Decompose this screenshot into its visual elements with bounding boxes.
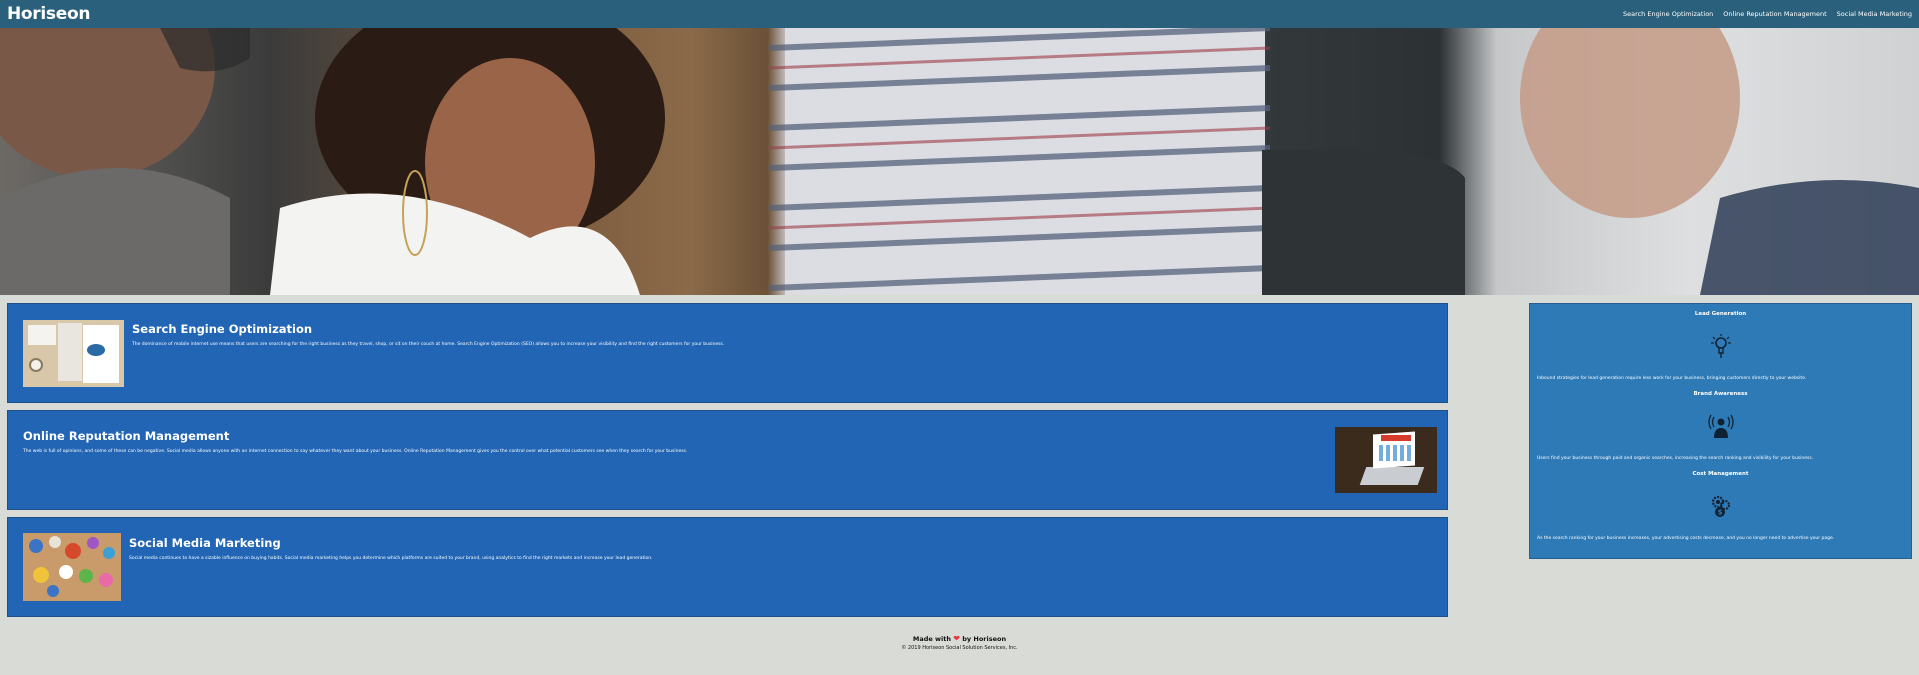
copyright-text: © 2019 Horiseon Social Solution Services… bbox=[901, 645, 1018, 651]
orm-description: The web is full of opinions, and some of… bbox=[23, 449, 688, 454]
heart-icon: ❤ bbox=[953, 634, 960, 643]
site-footer: Made with ❤ by Horiseon © 2019 Horiseon … bbox=[0, 634, 1919, 651]
smm-title: Social Media Marketing bbox=[129, 536, 281, 550]
broadcast-person-icon bbox=[1707, 414, 1734, 438]
site-logo[interactable]: Horiseon bbox=[7, 4, 90, 24]
seo-title: Search Engine Optimization bbox=[132, 322, 313, 336]
nav-link-seo[interactable]: Search Engine Optimization bbox=[1623, 10, 1713, 18]
orm-title: Online Reputation Management bbox=[23, 429, 230, 443]
benefit-text-brand-awareness: Users find your business through paid an… bbox=[1537, 456, 1814, 461]
nav-link-smm[interactable]: Social Media Marketing bbox=[1837, 10, 1912, 18]
made-with-line: Made with ❤ by Horiseon bbox=[0, 634, 1919, 643]
service-card-smm: Social Media Marketing Social media cont… bbox=[7, 517, 1448, 617]
benefit-text-cost-management: As the search ranking for your business … bbox=[1537, 536, 1835, 541]
hero-photo-illustration bbox=[0, 28, 1919, 295]
made-with-suffix: by Horiseon bbox=[962, 635, 1007, 643]
benefits-sidebar: Lead Generation Inbound strategies for l… bbox=[1529, 303, 1912, 559]
benefit-title-brand-awareness: Brand Awareness bbox=[1693, 391, 1748, 397]
orm-image bbox=[1335, 427, 1437, 493]
nav-link-orm[interactable]: Online Reputation Management bbox=[1723, 10, 1826, 18]
smm-image bbox=[23, 533, 121, 601]
site-header: Horiseon Search Engine Optimization Onli… bbox=[0, 0, 1919, 28]
seo-image bbox=[23, 320, 124, 387]
main-nav: Search Engine Optimization Online Reputa… bbox=[1623, 10, 1912, 18]
hero-image bbox=[0, 28, 1919, 295]
smm-description: Social media continues to have a sizable… bbox=[129, 556, 653, 561]
benefit-title-lead-generation: Lead Generation bbox=[1694, 311, 1747, 317]
service-card-seo: Search Engine Optimization The dominance… bbox=[7, 303, 1448, 403]
benefit-title-cost-management: Cost Management bbox=[1692, 471, 1749, 477]
lightbulb-icon bbox=[1710, 334, 1731, 358]
services-section: Search Engine Optimization The dominance… bbox=[7, 303, 1448, 624]
benefit-text-lead-generation: Inbound strategies for lead generation r… bbox=[1537, 376, 1807, 381]
service-card-orm: Online Reputation Management The web is … bbox=[7, 410, 1448, 510]
seo-description: The dominance of mobile internet use mea… bbox=[132, 342, 725, 347]
gears-dollar-icon: $ bbox=[1711, 495, 1730, 517]
made-with-prefix: Made with bbox=[912, 635, 952, 643]
svg-text:$: $ bbox=[1717, 509, 1722, 517]
